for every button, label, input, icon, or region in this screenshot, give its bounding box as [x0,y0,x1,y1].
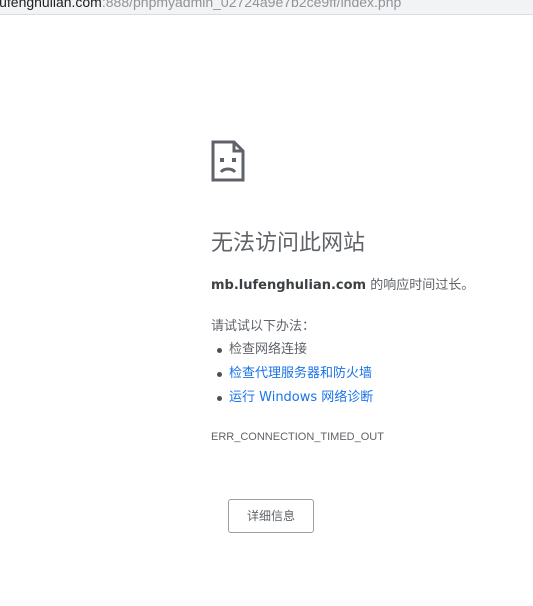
check-proxy-firewall-link[interactable]: 检查代理服务器和防火墙 [229,366,372,381]
address-host: lufenghulian.com [0,0,102,10]
suggestion-check-network: 检查网络连接 [216,340,373,364]
page-title: 无法访问此网站 [211,231,366,256]
error-summary: mb.lufenghulian.com 的响应时间过长。 [211,276,474,296]
timeout-message: 的响应时间过长。 [366,278,475,293]
address-url[interactable]: lufenghulian.com:888/phpmyadmin_02724a9e… [0,0,401,11]
suggestion-check-network-text: 检查网络连接 [229,342,308,357]
suggestion-run-diagnostics[interactable]: 运行 Windows 网络诊断 [216,388,373,412]
unreachable-domain: mb.lufenghulian.com [211,278,367,293]
try-label: 请试试以下办法： [211,319,316,334]
error-code: ERR_CONNECTION_TIMED_OUT [211,431,384,443]
address-bar[interactable]: lufenghulian.com:888/phpmyadmin_02724a9e… [0,0,533,15]
suggestion-list: 检查网络连接 检查代理服务器和防火墙 运行 Windows 网络诊断 [216,340,373,412]
address-path: :888/phpmyadmin_02724a9e7b2ce9ff/index.p… [101,0,402,10]
sad-page-icon [211,140,245,182]
details-button[interactable]: 详细信息 [228,499,314,533]
run-windows-diagnostics-link[interactable]: 运行 Windows 网络诊断 [229,390,373,405]
suggestion-check-proxy-firewall[interactable]: 检查代理服务器和防火墙 [216,364,373,388]
